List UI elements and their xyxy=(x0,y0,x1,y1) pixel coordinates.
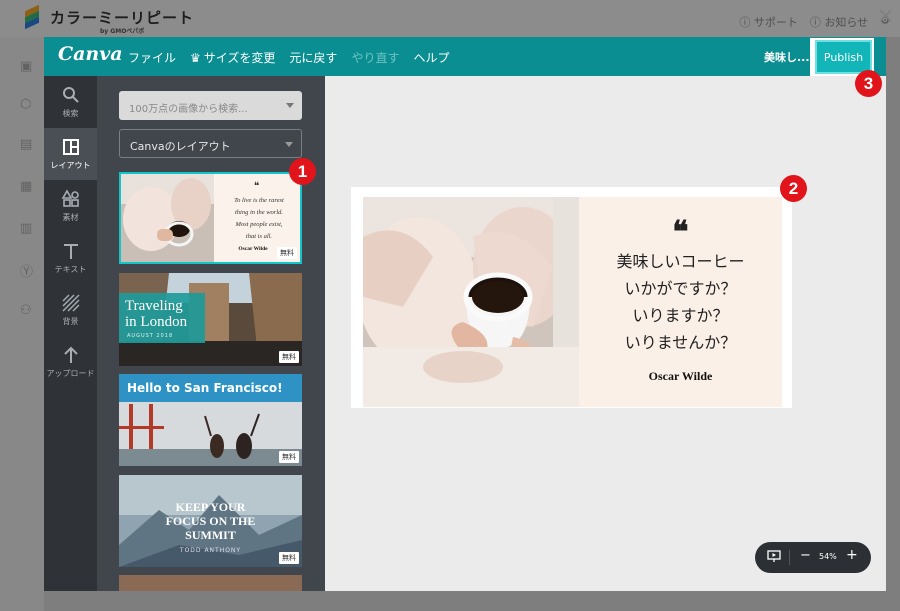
menu-resize[interactable]: ♛ サイズを変更 xyxy=(190,49,275,66)
thumb-line: To live is the rarest xyxy=(234,197,284,204)
chevron-down-icon xyxy=(285,142,293,147)
tool-background[interactable]: 背景 xyxy=(44,284,97,336)
thumb-subtitle: TODD ANTHONY xyxy=(179,547,242,554)
thumb-title: Traveling xyxy=(125,298,183,314)
chevron-down-icon xyxy=(286,103,294,108)
zoom-level[interactable]: 54% xyxy=(819,552,837,561)
background-icon xyxy=(62,294,79,312)
layout-icon xyxy=(62,139,79,155)
thumb-quote-mark: ❝ xyxy=(254,181,260,192)
design-page[interactable]: ❝ 美味しいコーヒー いかがですか？ いりますか？ いりませんか？ Oscar … xyxy=(351,187,792,408)
step-badge-1: 1 xyxy=(289,158,316,185)
design-content: ❝ 美味しいコーヒー いかがですか？ いりますか？ いりませんか？ Oscar … xyxy=(363,197,782,407)
coffee-photo[interactable] xyxy=(363,197,579,407)
quote-line[interactable]: いりませんか？ xyxy=(579,329,782,353)
tool-elements[interactable]: 素材 xyxy=(44,180,97,232)
thumb-line: Most people exist, xyxy=(235,221,283,228)
quote-mark: ❝ xyxy=(672,215,689,250)
tool-upload[interactable]: アップロード xyxy=(44,336,97,388)
tool-label: 検索 xyxy=(62,109,79,118)
tool-label: テキスト xyxy=(54,265,87,274)
free-badge: 無料 xyxy=(279,351,299,363)
thumb-title: SUMMIT xyxy=(185,528,236,542)
canva-logo: Canva xyxy=(58,43,123,65)
thumb-title: KEEP YOUR xyxy=(175,500,246,514)
layout-thumb-sanfrancisco[interactable]: Hello to San Francisco! 無料 xyxy=(119,374,302,466)
text-icon xyxy=(63,244,78,259)
tool-search[interactable]: 検索 xyxy=(44,76,97,128)
menu-file[interactable]: ファイル xyxy=(128,49,176,66)
search-icon xyxy=(62,87,79,103)
free-badge: 無料 xyxy=(279,451,299,463)
layout-thumb-london[interactable]: Traveling in London AUGUST 2018 無料 xyxy=(119,273,302,366)
thumb-title: Hello to San Francisco! xyxy=(127,381,283,395)
tool-layout[interactable]: レイアウト xyxy=(44,128,97,180)
image-search-input[interactable]: 100万点の画像から検索... xyxy=(119,91,302,120)
search-placeholder: 100万点の画像から検索... xyxy=(129,104,248,115)
quote-line[interactable]: いかがですか？ xyxy=(579,275,782,299)
design-canvas: ❝ 美味しいコーヒー いかがですか？ いりますか？ いりませんか？ Oscar … xyxy=(325,76,886,591)
layout-thumb-quote[interactable]: ❝ To live is the rarest thing in the wor… xyxy=(119,172,302,264)
thumb-title: FOCUS ON THE xyxy=(165,514,256,528)
menu-undo[interactable]: 元に戻す xyxy=(289,49,337,66)
zoom-out-button[interactable]: − xyxy=(800,548,811,563)
free-badge: 無料 xyxy=(279,552,299,564)
menu-help[interactable]: ヘルプ xyxy=(413,49,449,66)
tool-label: 背景 xyxy=(62,317,79,326)
thumb-subtitle: AUGUST 2018 xyxy=(127,333,174,339)
quote-author[interactable]: Oscar Wilde xyxy=(579,369,782,384)
design-title[interactable]: 美味し... xyxy=(764,49,810,65)
zoom-controls: − 54% + xyxy=(755,542,871,573)
tool-sidebar: 検索 レイアウト 素材 テキスト 背景 アップロード xyxy=(44,76,97,591)
layout-thumb-partial[interactable] xyxy=(119,575,302,591)
tool-label: レイアウト xyxy=(50,161,91,170)
zoom-in-button[interactable]: + xyxy=(846,547,858,563)
presentation-icon[interactable] xyxy=(767,550,781,563)
quote-line[interactable]: 美味しいコーヒー xyxy=(579,248,782,272)
elements-icon xyxy=(61,189,79,207)
divider xyxy=(789,550,790,565)
thumb-title: in London xyxy=(125,314,188,330)
crown-icon: ♛ xyxy=(190,51,201,65)
step-badge-2: 2 xyxy=(780,175,807,202)
quote-line[interactable]: いりますか？ xyxy=(579,302,782,326)
tool-label: アップロード xyxy=(46,369,95,378)
publish-button[interactable]: Publish xyxy=(815,40,872,74)
menu-redo[interactable]: やり直す xyxy=(351,49,399,66)
editor-topbar: Canva ファイル ♛ サイズを変更 元に戻す やり直す ヘルプ 美味し... xyxy=(44,37,886,76)
thumb-line: thing in the world. xyxy=(234,209,284,216)
editor-menu: ファイル ♛ サイズを変更 元に戻す やり直す ヘルプ xyxy=(128,49,449,66)
upload-icon xyxy=(63,346,78,363)
layouts-panel: 100万点の画像から検索... Canvaのレイアウト ❝ To live is… xyxy=(97,76,325,591)
free-badge: 無料 xyxy=(277,247,297,259)
tool-text[interactable]: テキスト xyxy=(44,232,97,284)
step-badge-3: 3 xyxy=(855,70,882,97)
canva-editor-modal: Canva ファイル ♛ サイズを変更 元に戻す やり直す ヘルプ 美味し... … xyxy=(44,37,886,591)
layout-thumb-summit[interactable]: KEEP YOUR FOCUS ON THE SUMMIT TODD ANTHO… xyxy=(119,475,302,567)
quote-text-box[interactable]: ❝ 美味しいコーヒー いかがですか？ いりますか？ いりませんか？ Oscar … xyxy=(579,197,782,407)
select-value: Canvaのレイアウト xyxy=(130,140,231,153)
thumb-line: that is all. xyxy=(245,233,273,240)
layout-source-select[interactable]: Canvaのレイアウト xyxy=(119,129,302,158)
tool-label: 素材 xyxy=(62,213,79,222)
